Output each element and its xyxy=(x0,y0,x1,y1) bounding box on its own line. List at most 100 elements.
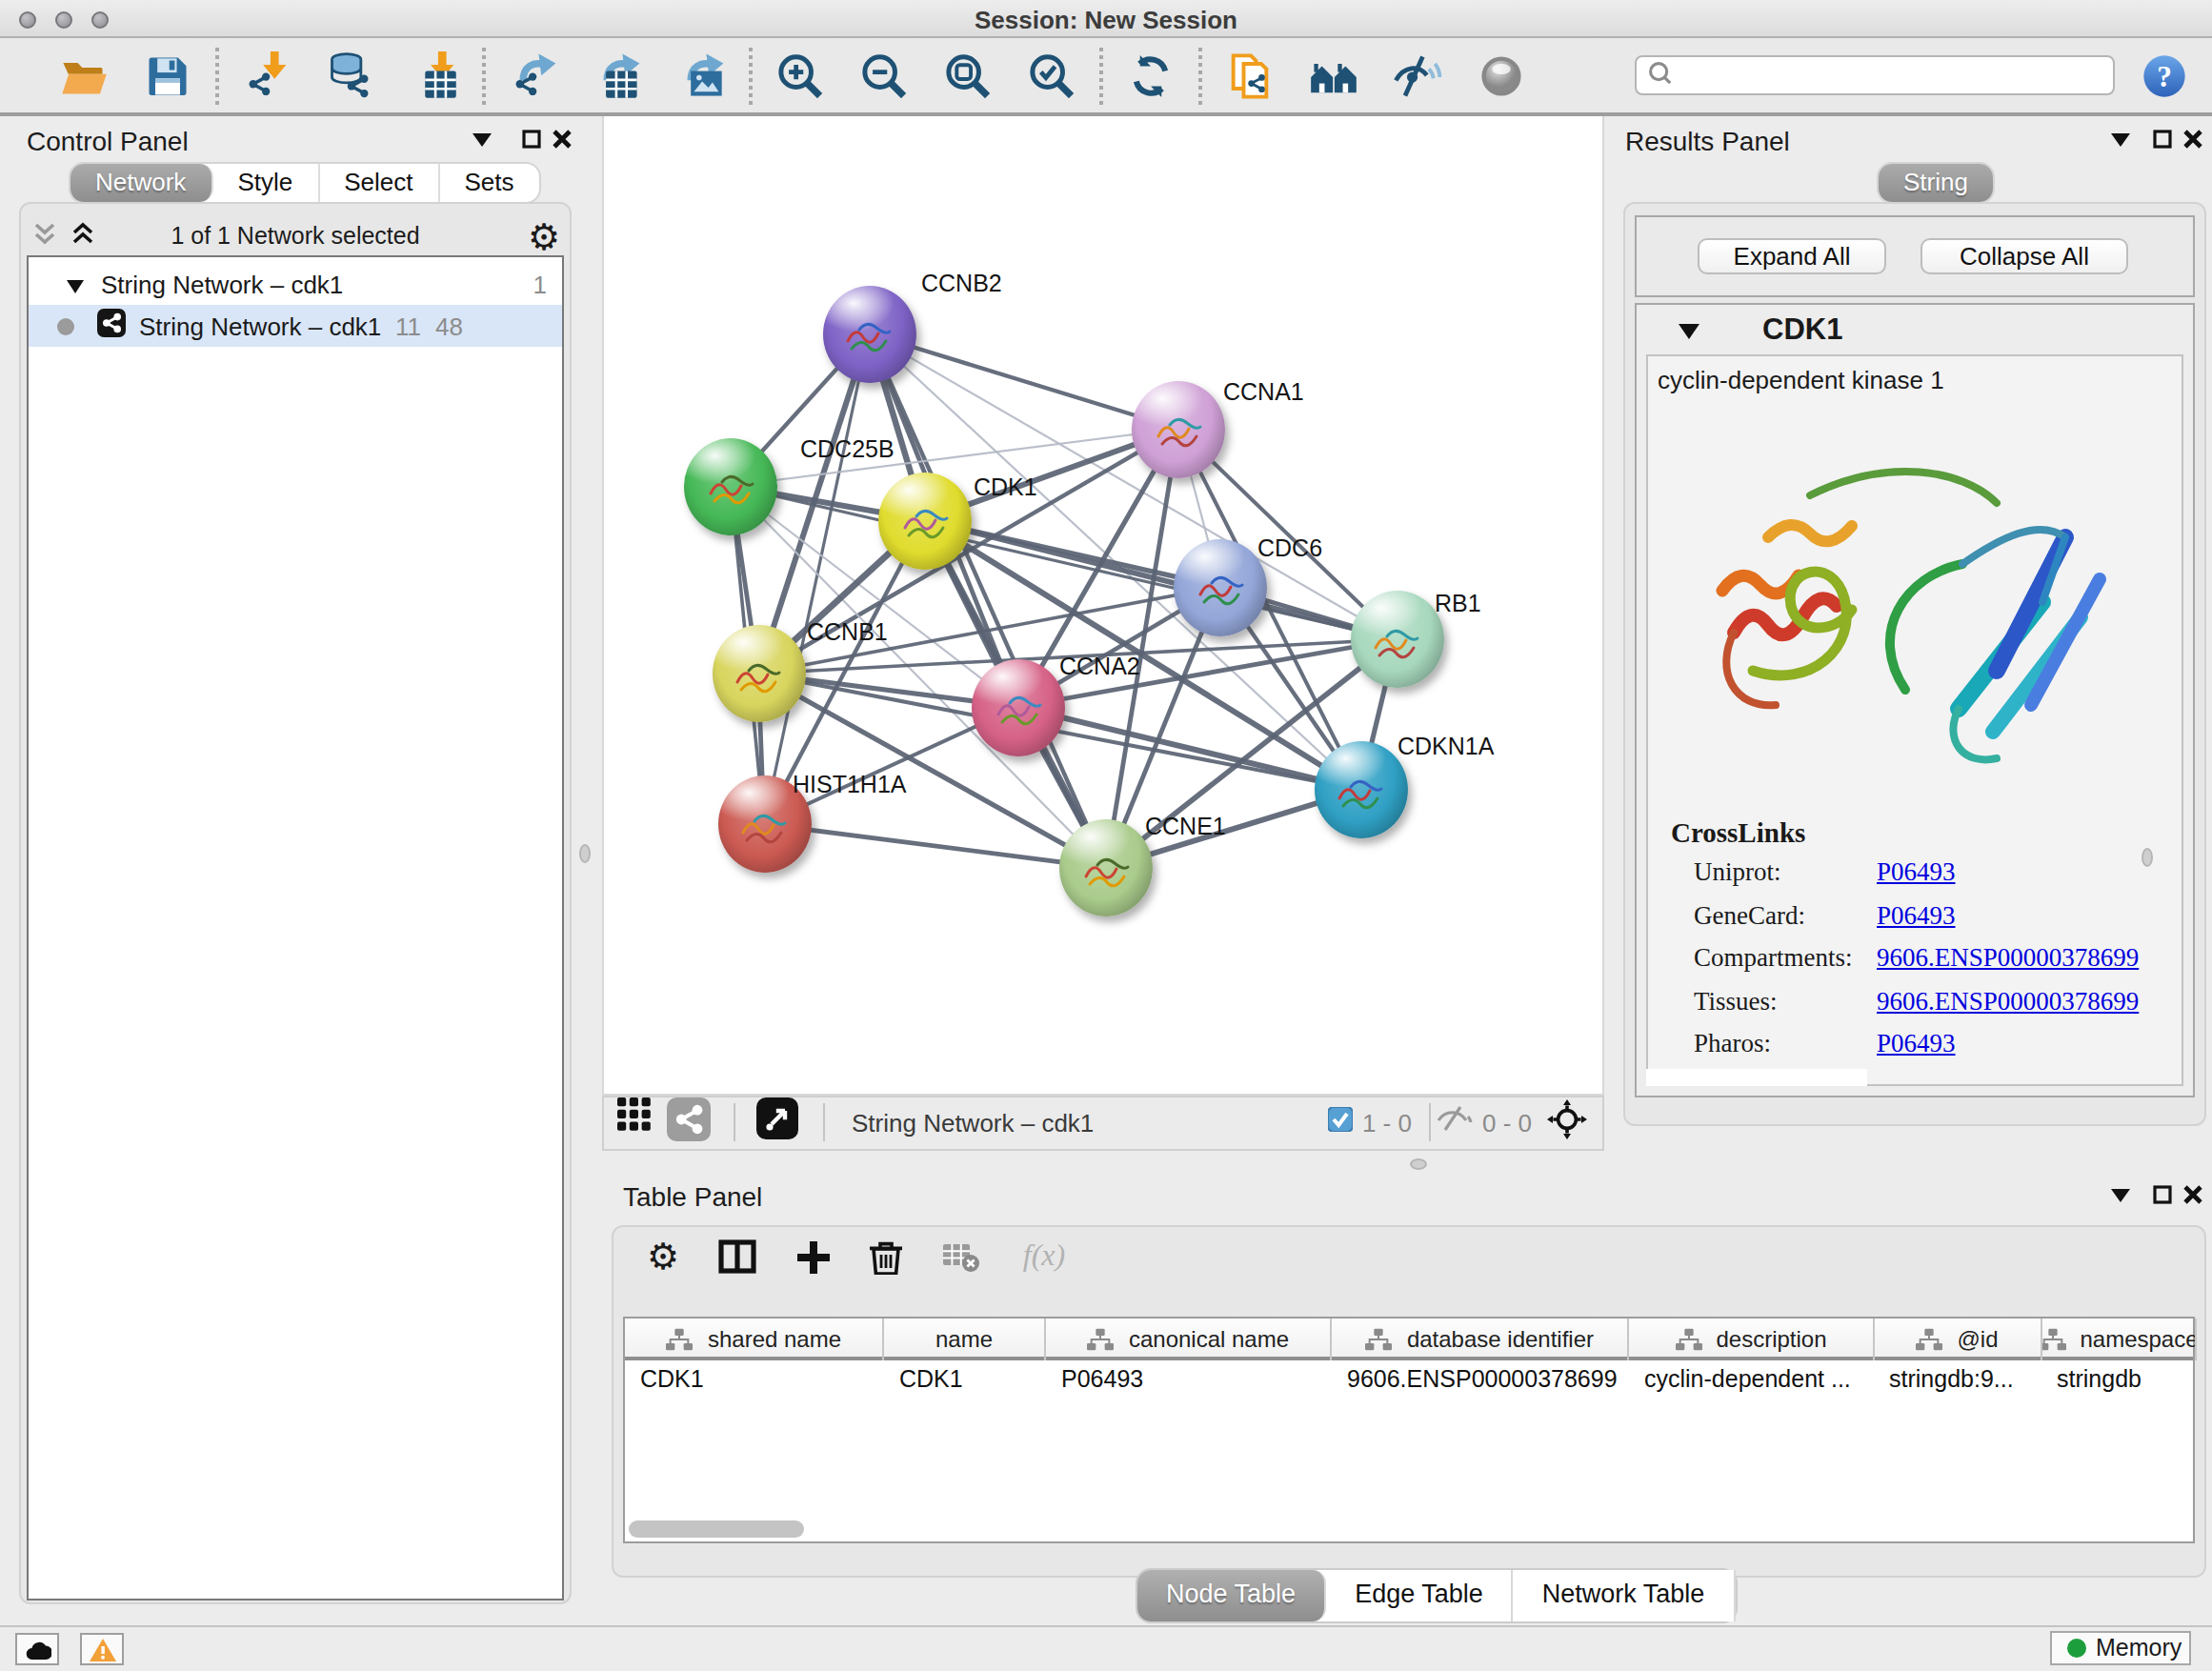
string-network-gray-icon[interactable] xyxy=(667,1099,713,1145)
column-header-database-identifier[interactable]: database identifier xyxy=(1332,1319,1629,1360)
tree-expander-icon[interactable] xyxy=(67,270,84,298)
function-icon[interactable]: f(x) xyxy=(1012,1235,1076,1277)
warning-button[interactable] xyxy=(80,1633,124,1665)
export-network-icon[interactable] xyxy=(508,50,559,101)
network-node-CDK1[interactable] xyxy=(878,472,972,569)
expand-all-networks-icon[interactable] xyxy=(32,221,57,246)
hidden-eye-icon[interactable] xyxy=(1437,1105,1473,1139)
cloud-button[interactable] xyxy=(15,1633,59,1665)
network-node-CCNA2[interactable] xyxy=(972,658,1065,755)
network-node-RB1[interactable] xyxy=(1350,591,1443,688)
tab-sets[interactable]: Sets xyxy=(439,164,538,202)
zoom-out-icon[interactable] xyxy=(858,50,910,101)
houses-icon[interactable] xyxy=(1308,50,1359,101)
network-edge[interactable] xyxy=(869,333,1178,429)
crosslink-value-link[interactable]: P06493 xyxy=(1877,857,1956,888)
right-splitter-handle[interactable] xyxy=(2142,848,2153,867)
cell-shared-name[interactable]: CDK1 xyxy=(625,1360,884,1399)
collapse-all-button[interactable]: Collapse All xyxy=(1920,238,2128,274)
column-header-description[interactable]: description xyxy=(1629,1319,1874,1360)
fit-content-crosshair-icon[interactable] xyxy=(1547,1098,1587,1146)
cell-description[interactable]: cyclin-dependent ... xyxy=(1629,1360,1874,1399)
table-hscrollbar[interactable] xyxy=(629,1520,804,1538)
import-table-icon[interactable] xyxy=(409,50,460,101)
hide-eye-icon[interactable] xyxy=(1392,50,1443,101)
results-panel-collapse-icon[interactable] xyxy=(2111,133,2130,147)
tab-network[interactable]: Network xyxy=(70,164,212,202)
cell-@id[interactable]: stringdb:9... xyxy=(1874,1360,2041,1399)
crosslink-value-link[interactable]: P06493 xyxy=(1877,900,1956,931)
gear-icon[interactable]: ⚙ xyxy=(640,1235,686,1277)
table-panel-close-icon[interactable] xyxy=(2183,1185,2202,1204)
eye-orb-icon[interactable] xyxy=(1476,50,1527,101)
collapse-all-networks-icon[interactable] xyxy=(70,221,95,246)
duplicate-network-icon[interactable] xyxy=(1224,50,1276,101)
column-header-namespace[interactable]: namespace xyxy=(2041,1319,2197,1360)
horizontal-splitter-handle[interactable] xyxy=(1410,1158,1427,1170)
table-panel-collapse-icon[interactable] xyxy=(2111,1189,2130,1202)
search-input[interactable] xyxy=(1635,55,2115,95)
network-edge[interactable] xyxy=(1018,707,1360,790)
memory-button[interactable]: Memory xyxy=(2050,1631,2191,1665)
trash-icon[interactable] xyxy=(863,1235,909,1277)
cell-namespace[interactable]: stringdb xyxy=(2041,1360,2197,1399)
refresh-icon[interactable] xyxy=(1125,50,1176,101)
network-tree-root-row[interactable]: String Network – cdk1 1 xyxy=(29,263,562,305)
zoom-in-icon[interactable] xyxy=(774,50,826,101)
network-node-CDKN1A[interactable] xyxy=(1314,741,1407,838)
network-node-CCNB2[interactable] xyxy=(822,285,915,382)
tab-string[interactable]: String xyxy=(1879,164,1993,202)
network-node-CCNE1[interactable] xyxy=(1059,819,1153,916)
export-table-icon[interactable] xyxy=(592,50,643,101)
network-node-CDC25B[interactable] xyxy=(684,437,777,534)
cell-name[interactable]: CDK1 xyxy=(884,1360,1046,1399)
control-panel-float-icon[interactable] xyxy=(522,130,541,149)
grid-view-icon[interactable] xyxy=(617,1103,655,1141)
add-column-icon[interactable] xyxy=(789,1235,835,1277)
open-folder-icon[interactable] xyxy=(58,50,110,101)
expand-all-button[interactable]: Expand All xyxy=(1698,238,1886,274)
column-header-canonical-name[interactable]: canonical name xyxy=(1046,1319,1332,1360)
crosslink-value-link[interactable]: 9606.ENSP00000378699 xyxy=(1877,943,2139,974)
status-bar-divider xyxy=(0,1625,2212,1627)
network-node-CCNA1[interactable] xyxy=(1132,380,1225,477)
tab-style[interactable]: Style xyxy=(212,164,319,202)
network-node-CDC6[interactable] xyxy=(1174,538,1267,635)
zoom-selected-icon[interactable] xyxy=(1026,50,1077,101)
gene-section-collapse-icon[interactable] xyxy=(1679,324,1699,339)
results-scrollbar[interactable] xyxy=(1646,1069,1867,1086)
cell-canonical-name[interactable]: P06493 xyxy=(1046,1360,1332,1399)
crosslink-value-link[interactable]: P06493 xyxy=(1877,1029,1956,1059)
cell-database-identifier[interactable]: 9606.ENSP00000378699 xyxy=(1332,1360,1629,1399)
tab-node-table[interactable]: Node Table xyxy=(1137,1570,1326,1621)
control-panel-collapse-icon[interactable] xyxy=(473,133,492,147)
delete-table-icon[interactable] xyxy=(937,1235,983,1277)
save-icon[interactable] xyxy=(142,50,193,101)
help-icon[interactable]: ? xyxy=(2138,50,2189,101)
column-header-@id[interactable]: @id xyxy=(1874,1319,2041,1360)
column-header-name[interactable]: name xyxy=(884,1319,1046,1360)
column-header-shared-name[interactable]: shared name xyxy=(625,1319,884,1360)
results-panel-float-icon[interactable] xyxy=(2153,130,2172,149)
network-canvas[interactable]: CCNB2CCNA1CDC25BCDK1CDC6RB1CCNB1CCNA2CDK… xyxy=(602,116,1604,1095)
tab-network-table[interactable]: Network Table xyxy=(1514,1570,1736,1621)
network-tree-row-selected[interactable]: String Network – cdk1 11 48 xyxy=(29,305,562,347)
tab-select[interactable]: Select xyxy=(319,164,439,202)
import-database-icon[interactable] xyxy=(325,50,376,101)
birdseye-view-icon[interactable] xyxy=(756,1099,802,1145)
import-network-icon[interactable] xyxy=(241,50,292,101)
left-splitter-handle[interactable] xyxy=(579,844,591,863)
crosslink-value-link[interactable]: 9606.ENSP00000378699 xyxy=(1877,986,2139,1017)
network-edge[interactable] xyxy=(764,824,1106,868)
results-panel-close-icon[interactable] xyxy=(2183,130,2202,149)
columns-icon[interactable] xyxy=(714,1235,760,1277)
zoom-fit-icon[interactable] xyxy=(942,50,994,101)
tab-edge-table[interactable]: Edge Table xyxy=(1326,1570,1514,1621)
network-edge[interactable] xyxy=(731,429,1178,486)
export-image-icon[interactable] xyxy=(675,50,727,101)
control-panel-close-icon[interactable] xyxy=(553,130,572,149)
network-node-CCNB1[interactable] xyxy=(712,625,805,722)
selected-checkbox-icon[interactable] xyxy=(1328,1105,1353,1139)
network-options-gear-icon[interactable]: ⚙ xyxy=(528,215,560,259)
table-panel-float-icon[interactable] xyxy=(2153,1185,2172,1204)
